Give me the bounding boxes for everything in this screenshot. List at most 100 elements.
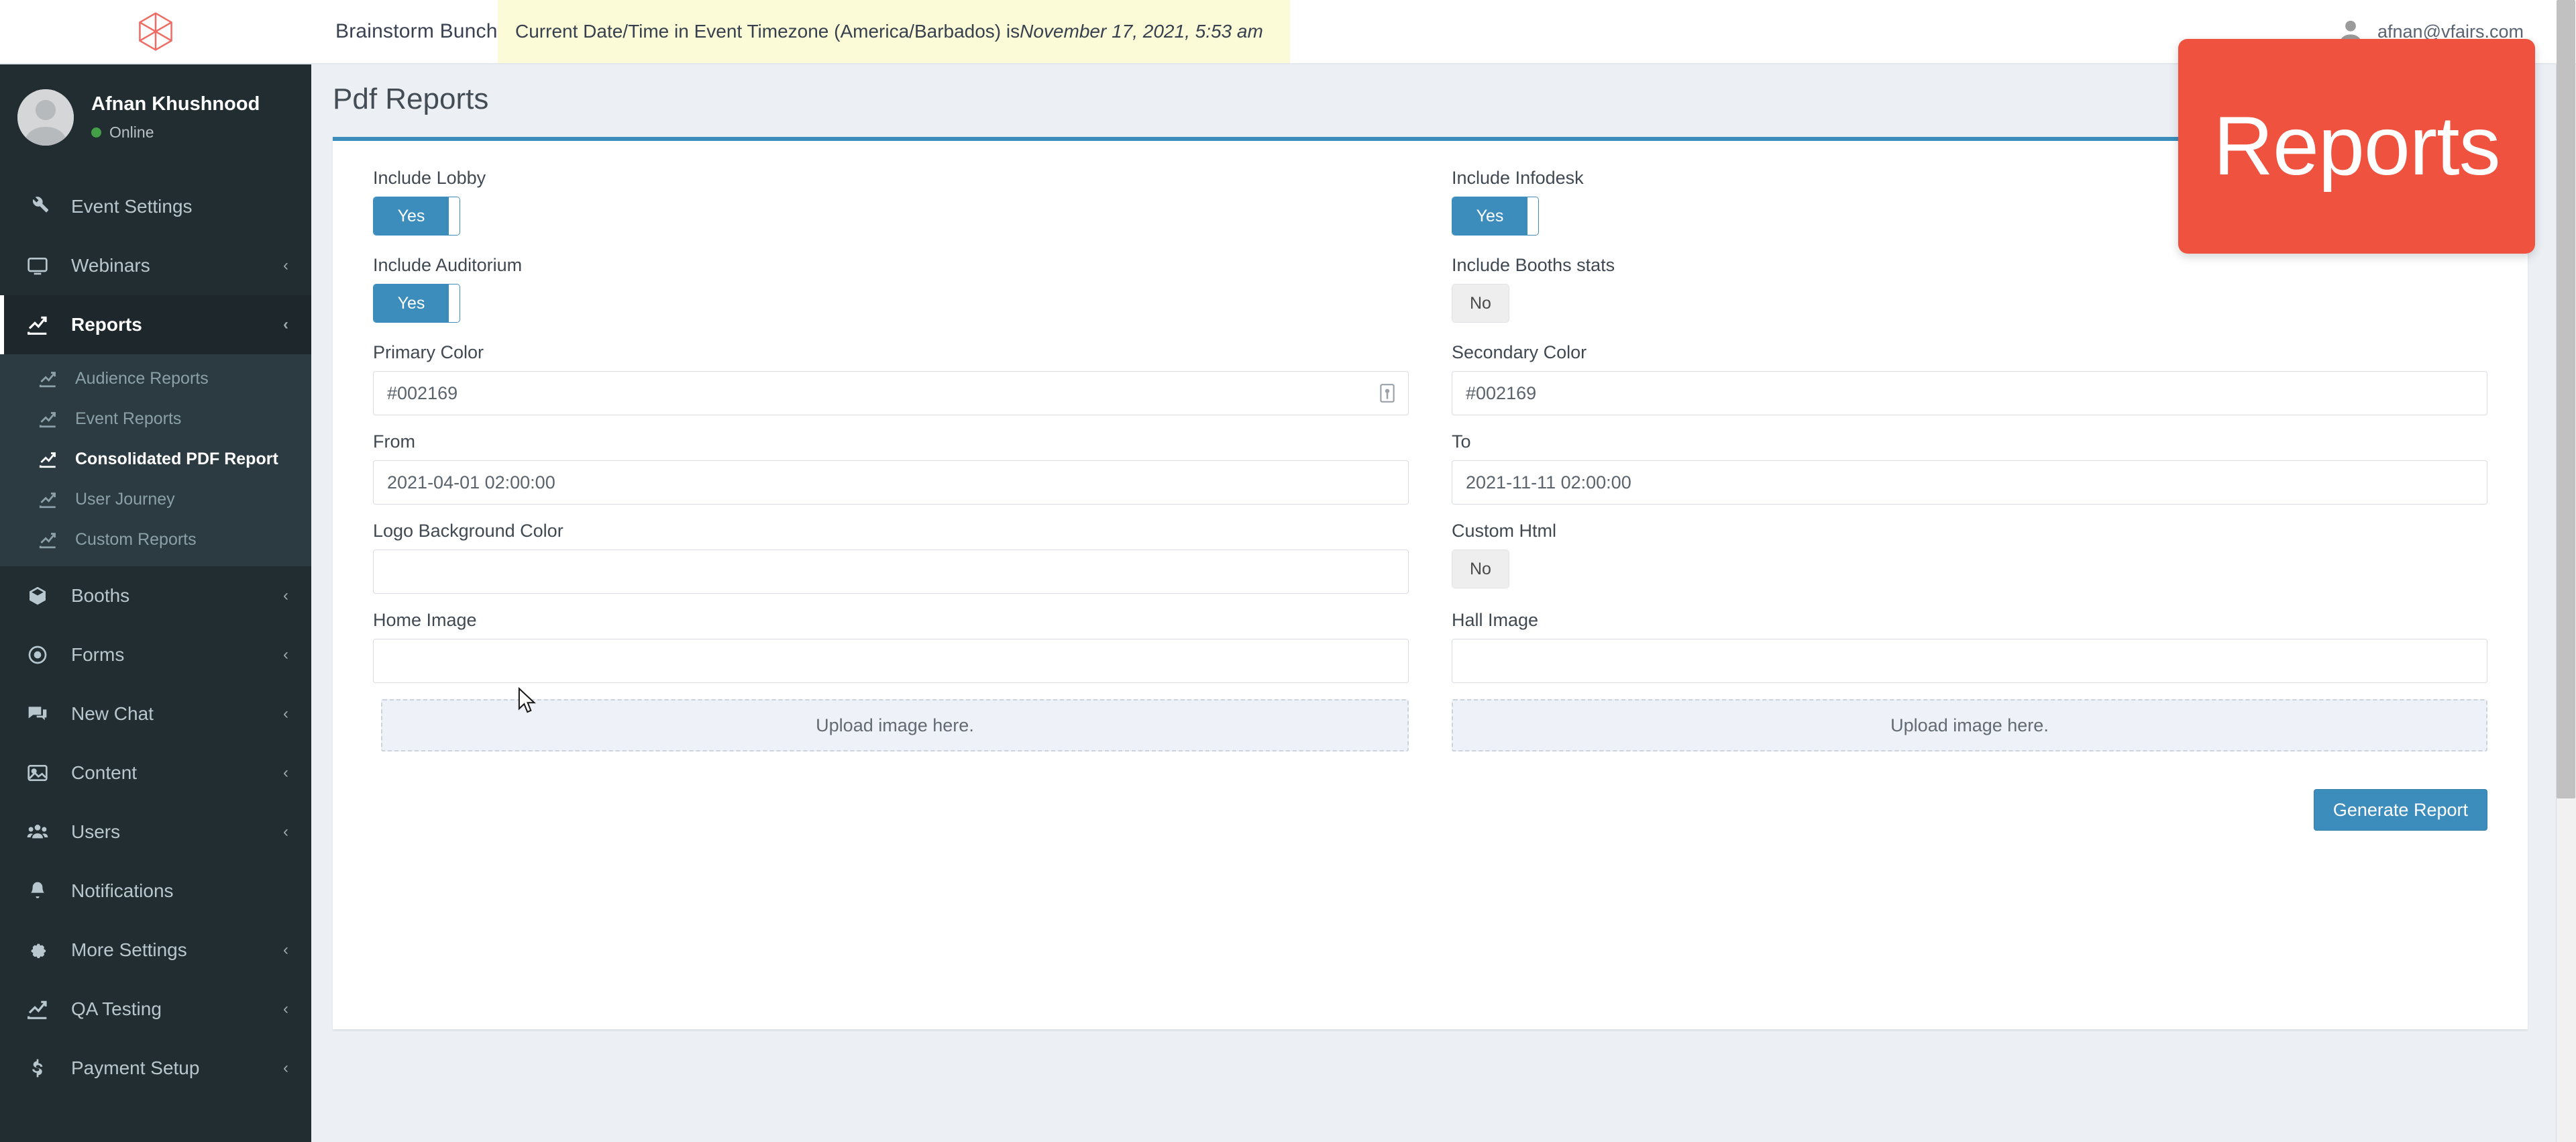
- field-home-image: Home Image Upload image here.: [373, 610, 1409, 751]
- chevron-left-icon: ‹: [283, 645, 288, 664]
- custom-html-toggle-value: No: [1452, 550, 1509, 588]
- sidebar-item-forms[interactable]: Forms ‹: [0, 625, 311, 684]
- cube-icon: [27, 585, 56, 607]
- field-primary-color: Primary Color #002169: [373, 342, 1409, 415]
- custom-html-toggle[interactable]: No: [1452, 550, 1509, 588]
- sidebar-item-users[interactable]: Users ‹: [0, 802, 311, 862]
- sidebar-item-label: More Settings: [71, 939, 187, 960]
- home-image-input[interactable]: [373, 639, 1409, 683]
- include-booths-stats-label: Include Booths stats: [1452, 255, 1615, 275]
- chevron-left-icon: ‹: [283, 705, 288, 723]
- timezone-notice-datetime: November 17, 2021, 5:53 am: [1020, 21, 1263, 42]
- custom-html-label: Custom Html: [1452, 521, 1557, 541]
- monitor-icon: [27, 255, 56, 276]
- sidebar-item-consolidated-pdf-report[interactable]: Consolidated PDF Report: [0, 439, 311, 479]
- secondary-color-label: Secondary Color: [1452, 342, 1587, 362]
- field-from-date: From 2021-04-01 02:00:00: [373, 431, 1409, 505]
- field-to-date: To 2021-11-11 02:00:00: [1452, 431, 2487, 505]
- include-auditorium-toggle-value: Yes: [374, 284, 449, 322]
- include-auditorium-toggle[interactable]: Yes: [373, 284, 460, 323]
- pdf-report-form-panel: Include Lobby Yes Include Infodesk Yes I…: [333, 137, 2528, 1029]
- home-image-dropzone-label: Upload image here.: [816, 715, 974, 735]
- sidebar-item-booths[interactable]: Booths ‹: [0, 566, 311, 625]
- secondary-color-input[interactable]: #002169: [1452, 371, 2487, 415]
- app-logo[interactable]: [0, 0, 311, 63]
- sidebar-item-content[interactable]: Content ‹: [0, 743, 311, 802]
- include-booths-stats-toggle[interactable]: No: [1452, 284, 1509, 323]
- timezone-notice: Current Date/Time in Event Timezone (Ame…: [498, 0, 1290, 63]
- sidebar-item-qa-testing[interactable]: QA Testing ‹: [0, 980, 311, 1039]
- from-date-input[interactable]: 2021-04-01 02:00:00: [373, 460, 1409, 505]
- eye-icon: [27, 644, 56, 666]
- timezone-notice-prefix: Current Date/Time in Event Timezone (Ame…: [515, 21, 1020, 42]
- sidebar-item-notifications[interactable]: Notifications: [0, 862, 311, 921]
- chart-line-icon: [39, 490, 63, 509]
- sidebar-item-reports[interactable]: Reports ‹: [0, 295, 311, 354]
- from-date-value: 2021-04-01 02:00:00: [387, 472, 555, 492]
- profile-status-label: Online: [109, 123, 154, 141]
- avatar: [17, 89, 74, 146]
- sidebar-subitem-label: Consolidated PDF Report: [75, 449, 278, 468]
- include-infodesk-toggle[interactable]: Yes: [1452, 197, 1539, 236]
- sidebar-item-payment-setup[interactable]: Payment Setup ‹: [0, 1039, 311, 1098]
- field-logo-background-color: Logo Background Color: [373, 521, 1409, 594]
- sidebar-nav: Event Settings Webinars ‹ Reports ‹ Audi…: [0, 170, 311, 1098]
- chevron-left-icon: ‹: [283, 256, 288, 274]
- vertical-scrollbar-thumb[interactable]: [2557, 0, 2575, 798]
- chevron-left-icon: ‹: [283, 586, 288, 605]
- profile-status: Online: [91, 123, 260, 142]
- sidebar-subnav-reports: Audience Reports Event Reports Consolida…: [0, 354, 311, 566]
- sidebar-item-label: Notifications: [71, 880, 174, 901]
- include-auditorium-label: Include Auditorium: [373, 255, 523, 275]
- include-booths-stats-toggle-value: No: [1452, 284, 1509, 322]
- logo-background-color-input[interactable]: [373, 550, 1409, 594]
- reports-overlay-badge: Reports: [2178, 39, 2535, 254]
- home-image-label: Home Image: [373, 610, 477, 630]
- field-hall-image: Hall Image Upload image here.: [1452, 610, 2487, 751]
- page-title: Pdf Reports: [333, 83, 489, 115]
- home-image-dropzone[interactable]: Upload image here.: [381, 699, 1409, 751]
- sidebar-item-webinars[interactable]: Webinars ‹: [0, 236, 311, 295]
- chart-line-icon: [27, 998, 56, 1020]
- toggle-knob: [449, 197, 460, 235]
- primary-color-value: #002169: [387, 382, 458, 403]
- primary-color-input[interactable]: #002169: [373, 371, 1409, 415]
- include-lobby-label: Include Lobby: [373, 168, 486, 188]
- eyedropper-icon[interactable]: [1379, 383, 1396, 403]
- sidebar-subitem-label: Audience Reports: [75, 368, 209, 388]
- hall-image-input[interactable]: [1452, 639, 2487, 683]
- profile-name: Afnan Khushnood: [91, 93, 260, 115]
- sidebar: Afnan Khushnood Online Event Settings We…: [0, 64, 311, 1142]
- field-custom-html: Custom Html No: [1452, 521, 2487, 594]
- event-brand-tab[interactable]: Brainstorm Bunch: [313, 0, 521, 63]
- sidebar-item-user-journey[interactable]: User Journey: [0, 479, 311, 519]
- hall-image-dropzone[interactable]: Upload image here.: [1452, 699, 2487, 751]
- generate-report-button[interactable]: Generate Report: [2313, 789, 2487, 831]
- sidebar-item-more-settings[interactable]: More Settings ‹: [0, 921, 311, 980]
- dollar-icon: [27, 1057, 56, 1079]
- sidebar-item-audience-reports[interactable]: Audience Reports: [0, 358, 311, 399]
- primary-color-label: Primary Color: [373, 342, 484, 362]
- chevron-left-icon: ‹: [283, 941, 288, 959]
- chart-line-icon: [39, 450, 63, 468]
- sidebar-item-label: Users: [71, 821, 121, 842]
- to-date-input[interactable]: 2021-11-11 02:00:00: [1452, 460, 2487, 505]
- sidebar-subitem-label: Event Reports: [75, 409, 182, 428]
- sidebar-profile[interactable]: Afnan Khushnood Online: [0, 64, 311, 170]
- sidebar-item-label: New Chat: [71, 703, 154, 724]
- toggle-knob: [1527, 197, 1538, 235]
- bell-icon: [27, 880, 56, 902]
- field-include-lobby: Include Lobby Yes: [373, 168, 1409, 239]
- sidebar-item-custom-reports[interactable]: Custom Reports: [0, 519, 311, 560]
- field-include-auditorium: Include Auditorium Yes: [373, 255, 1409, 326]
- sidebar-item-event-settings[interactable]: Event Settings: [0, 177, 311, 236]
- to-date-label: To: [1452, 431, 1471, 452]
- chevron-left-icon: ‹: [283, 764, 288, 782]
- chart-line-icon: [27, 314, 56, 335]
- form-actions: Generate Report: [373, 789, 2487, 831]
- sidebar-item-label: Payment Setup: [71, 1057, 200, 1078]
- sidebar-subitem-label: Custom Reports: [75, 529, 197, 549]
- sidebar-item-event-reports[interactable]: Event Reports: [0, 399, 311, 439]
- sidebar-item-new-chat[interactable]: New Chat ‹: [0, 684, 311, 743]
- include-lobby-toggle[interactable]: Yes: [373, 197, 460, 236]
